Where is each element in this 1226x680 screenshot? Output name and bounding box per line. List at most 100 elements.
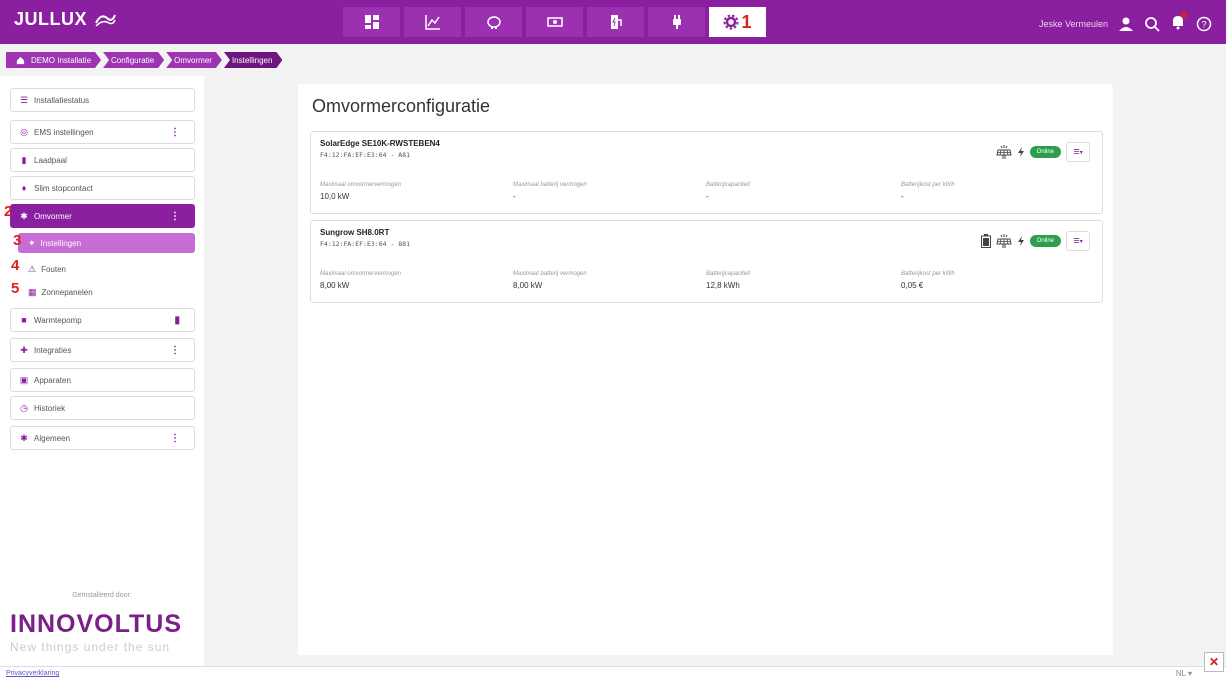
sidebar-item-algemeen[interactable]: ✱ Algemeen ⋮ <box>10 426 195 450</box>
user-name[interactable]: Jeske Vermeulen <box>1039 19 1108 29</box>
breadcrumb-item[interactable]: Instellingen <box>224 52 282 68</box>
heat-pump-icon: ■ <box>21 315 27 325</box>
field-battery-capacity: Batterijcapaciteit - <box>706 182 750 201</box>
field-label: Batterijcapaciteit <box>706 271 751 277</box>
flash-icon <box>1017 147 1024 157</box>
inverter-id: F4:12:FA:EF:E3:64 - 881 <box>320 240 411 248</box>
sidebar-subitem-zonnepanelen[interactable]: ▦ Zonnepanelen <box>18 282 195 302</box>
field-value: 8,00 kW <box>320 281 350 290</box>
status-list-icon: ☰ <box>19 94 29 105</box>
sidebar-item-ems[interactable]: ◎ EMS instellingen ⋮ <box>10 120 195 144</box>
card-menu-button[interactable]: ≡ ▾ <box>1066 231 1090 251</box>
field-value: 12,8 kWh <box>706 281 740 290</box>
sidebar-item-label: Algemeen <box>34 433 71 443</box>
nav-dashboard-button[interactable] <box>343 7 400 37</box>
sidebar-item-label: EMS instellingen <box>34 127 94 137</box>
search-icon[interactable] <box>1144 16 1160 32</box>
devices-icon: ▣ <box>19 374 29 385</box>
sidebar-item-omvormer[interactable]: ✱ Omvormer ⋮ <box>10 204 195 228</box>
notifications-button[interactable] <box>1170 12 1187 33</box>
nav-money-button[interactable] <box>526 7 583 37</box>
sidebar-item-label: Historiek <box>34 403 66 413</box>
sidebar-item-label: Integraties <box>34 345 72 355</box>
field-label: Maximaal omvormervermogen <box>320 271 402 277</box>
field-max-battery-power: Maximaal batterij vermogen - <box>513 182 587 201</box>
step-marker-5: 5 <box>11 280 20 297</box>
more-vert-icon[interactable]: ⋮ <box>170 345 180 356</box>
solar-panel-icon: ▦ <box>28 286 37 297</box>
sidebar: ☰ Installatiestatus ◎ EMS instellingen ⋮… <box>0 76 204 666</box>
line-chart-icon <box>424 15 440 30</box>
inverter-card: SolarEdge SE10K-RWSTEBEN4 F4:12:FA:EF:E3… <box>310 131 1103 214</box>
sidebar-item-apparaten[interactable]: ▣ Apparaten <box>10 368 195 392</box>
solar-panel-icon <box>996 234 1012 248</box>
breadcrumb-item[interactable]: DEMO Installatie <box>6 52 101 68</box>
gear-icon <box>723 14 739 30</box>
more-vert-icon[interactable]: ⋮ <box>170 127 180 138</box>
nav-settings-button[interactable]: 1 <box>709 7 766 37</box>
language-selector[interactable]: NL ▾ <box>1176 669 1192 678</box>
field-max-inverter-power: Maximaal omvormervermogen 8,00 kW <box>320 271 401 290</box>
field-value: 10,0 kW <box>320 192 350 201</box>
chevron-down-icon: ▾ <box>1079 149 1083 156</box>
close-icon[interactable]: ✕ <box>1204 652 1224 672</box>
home-icon <box>16 56 25 65</box>
notification-dot <box>1181 12 1187 18</box>
sidebar-item-warmtepomp[interactable]: ■ Warmtepomp ▮ <box>10 308 195 332</box>
jullux-logo[interactable]: JULLUX <box>14 9 117 30</box>
field-battery-capacity: Batterijcapaciteit 12,8 kWh <box>706 271 750 290</box>
field-label: Maximaal omvormervermogen <box>320 182 402 188</box>
privacy-link[interactable]: Privacyverklaring <box>6 670 59 677</box>
installer-tagline: New things under the sun <box>10 640 171 654</box>
nav-plug-button[interactable] <box>648 7 705 37</box>
gear-icon: ✱ <box>20 210 28 221</box>
inverter-id: F4:12:FA:EF:E3:64 - A81 <box>320 151 411 159</box>
step-marker-1: 1 <box>741 11 752 32</box>
nav-charger-button[interactable] <box>587 7 644 37</box>
breadcrumb-label: Configuratie <box>111 55 155 65</box>
field-value: - <box>901 192 904 201</box>
main-panel: Omvormerconfiguratie SolarEdge SE10K-RWS… <box>298 84 1113 655</box>
field-value: 0,05 € <box>901 281 924 290</box>
dashboard-icon <box>364 15 379 29</box>
history-icon: ◷ <box>20 402 28 413</box>
plug-icon <box>672 15 681 29</box>
sidebar-item-stopcontact[interactable]: ♦ Slim stopcontact <box>10 176 195 200</box>
sidebar-item-label: Omvormer <box>34 211 72 221</box>
help-icon[interactable]: ? <box>1196 16 1212 32</box>
nav-charts-button[interactable] <box>404 7 461 37</box>
sidebar-item-laadpaal[interactable]: ▮ Laadpaal <box>10 148 195 172</box>
piggy-bank-icon <box>486 16 501 29</box>
more-vert-icon[interactable]: ⋮ <box>170 211 180 222</box>
sidebar-subitem-fouten[interactable]: ⚠ Fouten <box>18 259 195 279</box>
sidebar-item-integraties[interactable]: ✚ Integraties ⋮ <box>10 338 195 362</box>
field-label: Batterijkost per kWh <box>901 182 955 188</box>
installer-logo: INNOVOLTUS <box>10 610 183 638</box>
field-battery-cost: Batterijkost per kWh 0,05 € <box>901 271 955 290</box>
sidebar-item-label: Apparaten <box>34 375 71 385</box>
inverter-name: Sungrow SH8.0RT <box>320 228 390 237</box>
sidebar-subitem-instellingen[interactable]: ✦ Instellingen <box>18 233 195 253</box>
sidebar-item-historiek[interactable]: ◷ Historiek <box>10 396 195 420</box>
more-vert-icon[interactable]: ⋮ <box>170 433 180 444</box>
field-label: Batterijkost per kWh <box>901 271 955 277</box>
sidebar-item-label: Laadpaal <box>34 155 67 165</box>
logo-text: JULLUX <box>14 9 88 29</box>
nav-savings-button[interactable] <box>465 7 522 37</box>
warning-icon: ⚠ <box>28 263 37 274</box>
step-marker-4: 4 <box>11 257 20 274</box>
sidebar-item-label: Installatiestatus <box>34 95 90 105</box>
puzzle-icon: ✚ <box>20 344 28 355</box>
sidebar-item-installatiestatus[interactable]: ☰ Installatiestatus <box>10 88 195 112</box>
flash-icon <box>1017 236 1024 246</box>
ev-charger-icon <box>610 15 622 29</box>
user-icon[interactable] <box>1118 16 1134 32</box>
field-value: - <box>513 192 516 201</box>
breadcrumb-item[interactable]: Configuratie <box>103 52 164 68</box>
footer: Privacyverklaring NL ▾ <box>0 666 1226 680</box>
breadcrumb-item[interactable]: Omvormer <box>166 52 222 68</box>
sidebar-subitem-label: Zonnepanelen <box>41 287 93 297</box>
svg-text:?: ? <box>1201 19 1206 29</box>
gauge-icon: ◎ <box>20 126 28 137</box>
card-menu-button[interactable]: ≡ ▾ <box>1066 142 1090 162</box>
